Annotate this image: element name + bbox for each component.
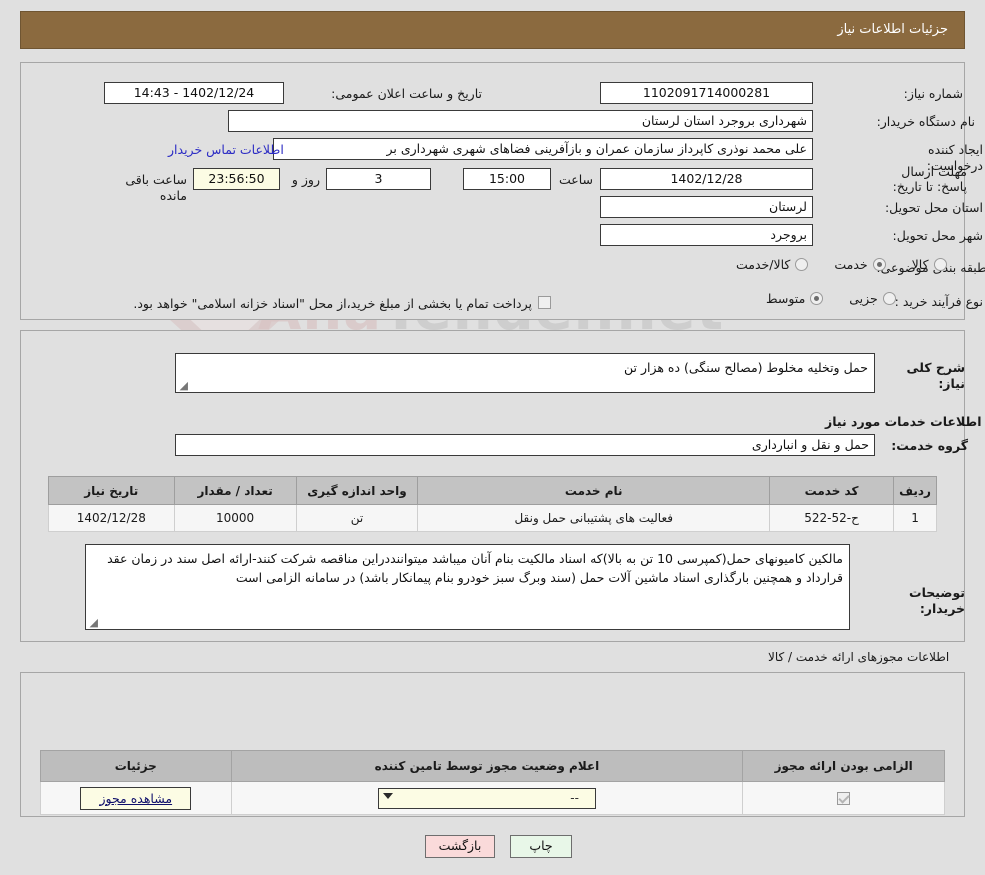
services-table: ردیف کد خدمت نام خدمت واحد اندازه گیری ت… [48,476,937,532]
col-header-permit-required: الزامی بودن ارائه مجوز [742,750,945,782]
radio-indicator [882,292,896,305]
process-radio-jozi-label: جزیی [849,291,878,306]
countdown-label: ساعت باقی مانده [125,172,187,203]
view-permit-button[interactable]: مشاهده مجوز [80,786,192,810]
category-radio-kala-khedmat-label: کالا/خدمت [736,257,791,272]
resize-grip-icon: ◢ [89,616,98,629]
process-radio-jozi[interactable]: جزیی [849,291,896,306]
buyer-org-value: شهرداری بروجرد استان لرستان [228,110,813,132]
need-summary-text: حمل وتخلیه مخلوط (مصالح سنگی) ده هزار تن [623,360,868,375]
buyer-org-label: نام دستگاه خریدار: [876,114,975,129]
treasury-documents-checkbox[interactable] [538,296,551,309]
request-creator-value: علی محمد نوذری کاپرداز سازمان عمران و با… [273,138,813,160]
delivery-province-label: استان محل تحویل: [884,200,983,215]
deadline-date-value: 1402/12/28 [600,168,813,190]
buyer-contact-link[interactable]: اطلاعات تماس خریدار [168,142,284,158]
page-root: AnaTender.net جزئیات اطلاعات نیاز شماره … [0,0,985,875]
radio-indicator [872,258,886,271]
countdown-value: 23:56:50 [193,168,280,190]
treasury-documents-note: پرداخت تمام یا بخشی از مبلغ خرید،از محل … [133,296,532,311]
col-header-permit-status: اعلام وضعیت مجوز توسط تامین کننده [230,750,744,782]
services-table-header-row: ردیف کد خدمت نام خدمت واحد اندازه گیری ت… [48,476,937,505]
radio-indicator [795,258,809,271]
subject-category-radio-group: کالا خدمت کالا/خدمت [710,257,947,272]
col-header-name: نام خدمت [417,476,771,505]
buyer-notes-label: توضیحات خریدار: [909,585,965,616]
category-radio-khedmat-label: خدمت [834,257,868,272]
delivery-city-label: شهر محل تحویل: [892,228,983,243]
response-deadline-label: مهلت ارسال پاسخ: تا تاریخ: [892,164,967,194]
need-number-value: 1102091714000281 [600,82,813,104]
cell-row: 1 [893,504,937,532]
page-title: جزئیات اطلاعات نیاز [20,11,965,49]
deadline-time-value: 15:00 [463,168,551,190]
permits-table: الزامی بودن ارائه مجوز اعلام وضعیت مجوز … [40,750,945,815]
announce-datetime-value: 1402/12/24 - 14:43 [104,82,284,104]
need-summary-label: شرح کلی نیاز: [906,360,965,391]
radio-indicator [810,292,824,305]
category-radio-khedmat[interactable]: خدمت [834,257,886,272]
buyer-notes-text: مالکین کامیونهای حمل(کمپرسی 10 تن به بال… [107,551,843,585]
cell-name: فعالیت های پشتیبانی حمل ونقل [417,504,771,532]
deadline-time-label: ساعت [558,172,593,187]
days-remaining-value: 3 [326,168,431,190]
chevron-down-icon [382,792,393,799]
cell-unit: تن [295,504,419,532]
resize-grip-icon: ◢ [179,379,188,392]
need-number-label: شماره نیاز: [903,86,963,101]
permit-required-checkbox [837,792,851,805]
delivery-province-value: لرستان [600,196,813,218]
table-row: 1 ح-52-522 فعالیت های پشتیبانی حمل ونقل … [48,504,937,532]
permit-status-select[interactable]: -- [377,787,596,809]
back-button[interactable]: بازگشت [425,835,495,858]
permits-section-heading: اطلاعات مجوزهای ارائه خدمت / کالا [768,650,950,664]
table-row: -- مشاهده مجوز [40,781,945,815]
cell-permit-status: -- [230,781,744,815]
col-header-quantity: تعداد / مقدار [173,476,297,505]
category-radio-kala-label: کالا [911,257,929,272]
days-remaining-label: روز و [291,172,320,187]
cell-permit-details: مشاهده مجوز [40,781,232,815]
service-group-value: حمل و نقل و انبارداری [175,434,875,456]
delivery-city-value: بروجرد [600,224,813,246]
radio-indicator [933,258,947,271]
purchase-process-radio-group: جزیی متوسط [740,291,896,306]
permits-table-header-row: الزامی بودن ارائه مجوز اعلام وضعیت مجوز … [40,750,945,782]
category-radio-kala[interactable]: کالا [912,257,947,272]
buyer-notes-value: مالکین کامیونهای حمل(کمپرسی 10 تن به بال… [85,544,850,630]
permit-status-selected-value: -- [570,790,579,805]
col-header-permit-details: جزئیات [40,750,232,782]
category-radio-kala-khedmat[interactable]: کالا/خدمت [736,257,809,272]
cell-date: 1402/12/28 [48,504,175,532]
print-button[interactable]: چاپ [510,835,572,858]
need-summary-value: حمل وتخلیه مخلوط (مصالح سنگی) ده هزار تن… [175,353,875,393]
col-header-date: تاریخ نیاز [48,476,175,505]
col-header-unit: واحد اندازه گیری [295,476,419,505]
col-header-row: ردیف [893,476,937,505]
process-radio-motavaset[interactable]: متوسط [766,291,824,306]
process-radio-motavaset-label: متوسط [766,291,806,306]
cell-permit-required [742,781,945,815]
service-group-label: گروه خدمت: [891,438,968,453]
cell-code: ح-52-522 [769,504,895,532]
announce-datetime-label: تاریخ و ساعت اعلان عمومی: [331,86,482,101]
col-header-code: کد خدمت [769,476,895,505]
cell-quantity: 10000 [173,504,297,532]
services-section-heading: اطلاعات خدمات مورد نیاز [825,414,982,429]
